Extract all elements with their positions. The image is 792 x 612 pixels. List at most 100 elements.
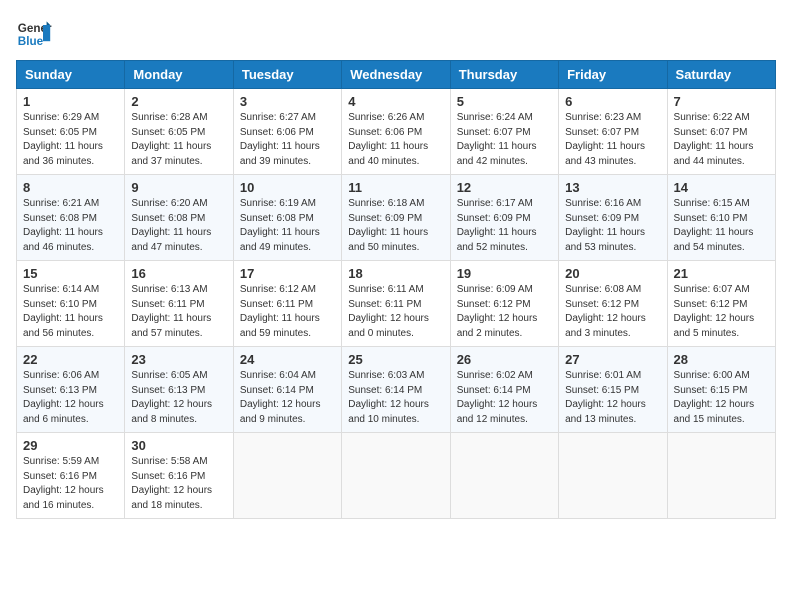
day-info: Sunrise: 6:13 AMSunset: 6:11 PMDaylight:… xyxy=(131,283,226,341)
day-number: 8 xyxy=(23,180,118,195)
day-number: 18 xyxy=(348,266,443,281)
day-number: 22 xyxy=(23,352,118,367)
day-info: Sunrise: 6:11 AMSunset: 6:11 PMDaylight:… xyxy=(348,283,443,341)
day-info: Sunrise: 6:24 AMSunset: 6:07 PMDaylight:… xyxy=(457,111,552,169)
day-info: Sunrise: 6:28 AMSunset: 6:05 PMDaylight:… xyxy=(131,111,226,169)
calendar-cell xyxy=(450,433,558,519)
weekday-monday: Monday xyxy=(125,61,233,89)
calendar-body: 1 Sunrise: 6:29 AMSunset: 6:05 PMDaylight… xyxy=(17,89,776,519)
day-number: 4 xyxy=(348,94,443,109)
weekday-thursday: Thursday xyxy=(450,61,558,89)
day-info: Sunrise: 6:27 AMSunset: 6:06 PMDaylight:… xyxy=(240,111,335,169)
calendar-cell xyxy=(667,433,775,519)
day-info: Sunrise: 6:26 AMSunset: 6:06 PMDaylight:… xyxy=(348,111,443,169)
day-number: 14 xyxy=(674,180,769,195)
day-info: Sunrise: 6:08 AMSunset: 6:12 PMDaylight:… xyxy=(565,283,660,341)
day-number: 27 xyxy=(565,352,660,367)
day-number: 16 xyxy=(131,266,226,281)
day-info: Sunrise: 6:15 AMSunset: 6:10 PMDaylight:… xyxy=(674,197,769,255)
calendar-cell: 27 Sunrise: 6:01 AMSunset: 6:15 PMDayligh… xyxy=(559,347,667,433)
calendar-cell: 16 Sunrise: 6:13 AMSunset: 6:11 PMDayligh… xyxy=(125,261,233,347)
calendar-cell: 7 Sunrise: 6:22 AMSunset: 6:07 PMDaylight… xyxy=(667,89,775,175)
calendar-week-3: 15 Sunrise: 6:14 AMSunset: 6:10 PMDayligh… xyxy=(17,261,776,347)
calendar-cell: 9 Sunrise: 6:20 AMSunset: 6:08 PMDaylight… xyxy=(125,175,233,261)
calendar-cell: 20Sunrise: 6:08 AMSunset: 6:12 PMDayligh… xyxy=(559,261,667,347)
day-info: Sunrise: 6:12 AMSunset: 6:11 PMDaylight:… xyxy=(240,283,335,341)
calendar-cell: 13Sunrise: 6:16 AMSunset: 6:09 PMDayligh… xyxy=(559,175,667,261)
day-info: Sunrise: 6:00 AMSunset: 6:15 PMDaylight:… xyxy=(674,369,769,427)
day-number: 21 xyxy=(674,266,769,281)
day-number: 29 xyxy=(23,438,118,453)
calendar-cell: 15 Sunrise: 6:14 AMSunset: 6:10 PMDayligh… xyxy=(17,261,125,347)
day-info: Sunrise: 6:02 AMSunset: 6:14 PMDaylight:… xyxy=(457,369,552,427)
day-info: Sunrise: 6:14 AMSunset: 6:10 PMDaylight:… xyxy=(23,283,118,341)
calendar-cell: 5 Sunrise: 6:24 AMSunset: 6:07 PMDaylight… xyxy=(450,89,558,175)
calendar-cell: 11Sunrise: 6:18 AMSunset: 6:09 PMDayligh… xyxy=(342,175,450,261)
calendar-cell: 22Sunrise: 6:06 AMSunset: 6:13 PMDayligh… xyxy=(17,347,125,433)
day-info: Sunrise: 5:58 AMSunset: 6:16 PMDaylight:… xyxy=(131,455,226,513)
weekday-saturday: Saturday xyxy=(667,61,775,89)
calendar-week-1: 1 Sunrise: 6:29 AMSunset: 6:05 PMDaylight… xyxy=(17,89,776,175)
day-number: 26 xyxy=(457,352,552,367)
day-number: 9 xyxy=(131,180,226,195)
calendar-cell: 10 Sunrise: 6:19 AMSunset: 6:08 PMDayligh… xyxy=(233,175,341,261)
day-number: 5 xyxy=(457,94,552,109)
page-header: General Blue xyxy=(16,16,776,52)
calendar-cell: 18 Sunrise: 6:11 AMSunset: 6:11 PMDayligh… xyxy=(342,261,450,347)
calendar-week-5: 29 Sunrise: 5:59 AMSunset: 6:16 PMDayligh… xyxy=(17,433,776,519)
day-info: Sunrise: 6:23 AMSunset: 6:07 PMDaylight:… xyxy=(565,111,660,169)
day-info: Sunrise: 6:22 AMSunset: 6:07 PMDaylight:… xyxy=(674,111,769,169)
calendar-cell: 4 Sunrise: 6:26 AMSunset: 6:06 PMDaylight… xyxy=(342,89,450,175)
calendar-cell xyxy=(342,433,450,519)
day-info: Sunrise: 6:17 AMSunset: 6:09 PMDaylight:… xyxy=(457,197,552,255)
calendar-week-2: 8 Sunrise: 6:21 AMSunset: 6:08 PMDaylight… xyxy=(17,175,776,261)
day-number: 24 xyxy=(240,352,335,367)
day-number: 17 xyxy=(240,266,335,281)
day-number: 3 xyxy=(240,94,335,109)
calendar-cell: 14 Sunrise: 6:15 AMSunset: 6:10 PMDayligh… xyxy=(667,175,775,261)
day-info: Sunrise: 6:05 AMSunset: 6:13 PMDaylight:… xyxy=(131,369,226,427)
day-number: 10 xyxy=(240,180,335,195)
weekday-wednesday: Wednesday xyxy=(342,61,450,89)
calendar-cell xyxy=(233,433,341,519)
day-number: 15 xyxy=(23,266,118,281)
svg-text:Blue: Blue xyxy=(18,35,44,48)
day-info: Sunrise: 6:20 AMSunset: 6:08 PMDaylight:… xyxy=(131,197,226,255)
calendar-cell: 8 Sunrise: 6:21 AMSunset: 6:08 PMDaylight… xyxy=(17,175,125,261)
calendar-cell: 17 Sunrise: 6:12 AMSunset: 6:11 PMDayligh… xyxy=(233,261,341,347)
day-number: 30 xyxy=(131,438,226,453)
day-number: 19 xyxy=(457,266,552,281)
weekday-tuesday: Tuesday xyxy=(233,61,341,89)
day-number: 7 xyxy=(674,94,769,109)
day-info: Sunrise: 6:07 AMSunset: 6:12 PMDaylight:… xyxy=(674,283,769,341)
calendar-week-4: 22Sunrise: 6:06 AMSunset: 6:13 PMDayligh… xyxy=(17,347,776,433)
calendar-cell: 23Sunrise: 6:05 AMSunset: 6:13 PMDayligh… xyxy=(125,347,233,433)
day-info: Sunrise: 6:19 AMSunset: 6:08 PMDaylight:… xyxy=(240,197,335,255)
weekday-sunday: Sunday xyxy=(17,61,125,89)
day-info: Sunrise: 6:04 AMSunset: 6:14 PMDaylight:… xyxy=(240,369,335,427)
calendar-cell: 3 Sunrise: 6:27 AMSunset: 6:06 PMDaylight… xyxy=(233,89,341,175)
day-number: 2 xyxy=(131,94,226,109)
calendar-cell: 21 Sunrise: 6:07 AMSunset: 6:12 PMDayligh… xyxy=(667,261,775,347)
day-number: 12 xyxy=(457,180,552,195)
day-number: 1 xyxy=(23,94,118,109)
logo: General Blue xyxy=(16,16,52,52)
day-info: Sunrise: 6:03 AMSunset: 6:14 PMDaylight:… xyxy=(348,369,443,427)
day-number: 6 xyxy=(565,94,660,109)
calendar-cell: 28 Sunrise: 6:00 AMSunset: 6:15 PMDayligh… xyxy=(667,347,775,433)
calendar-table: SundayMondayTuesdayWednesdayThursdayFrid… xyxy=(16,60,776,519)
day-info: Sunrise: 6:01 AMSunset: 6:15 PMDaylight:… xyxy=(565,369,660,427)
calendar-cell: 19Sunrise: 6:09 AMSunset: 6:12 PMDayligh… xyxy=(450,261,558,347)
calendar-cell: 29 Sunrise: 5:59 AMSunset: 6:16 PMDayligh… xyxy=(17,433,125,519)
day-info: Sunrise: 6:29 AMSunset: 6:05 PMDaylight:… xyxy=(23,111,118,169)
day-number: 28 xyxy=(674,352,769,367)
calendar-cell: 25 Sunrise: 6:03 AMSunset: 6:14 PMDayligh… xyxy=(342,347,450,433)
calendar-cell: 30 Sunrise: 5:58 AMSunset: 6:16 PMDayligh… xyxy=(125,433,233,519)
calendar-cell: 24 Sunrise: 6:04 AMSunset: 6:14 PMDayligh… xyxy=(233,347,341,433)
day-info: Sunrise: 6:21 AMSunset: 6:08 PMDaylight:… xyxy=(23,197,118,255)
day-number: 25 xyxy=(348,352,443,367)
calendar-cell: 1 Sunrise: 6:29 AMSunset: 6:05 PMDaylight… xyxy=(17,89,125,175)
day-info: Sunrise: 6:18 AMSunset: 6:09 PMDaylight:… xyxy=(348,197,443,255)
day-info: Sunrise: 5:59 AMSunset: 6:16 PMDaylight:… xyxy=(23,455,118,513)
weekday-header-row: SundayMondayTuesdayWednesdayThursdayFrid… xyxy=(17,61,776,89)
